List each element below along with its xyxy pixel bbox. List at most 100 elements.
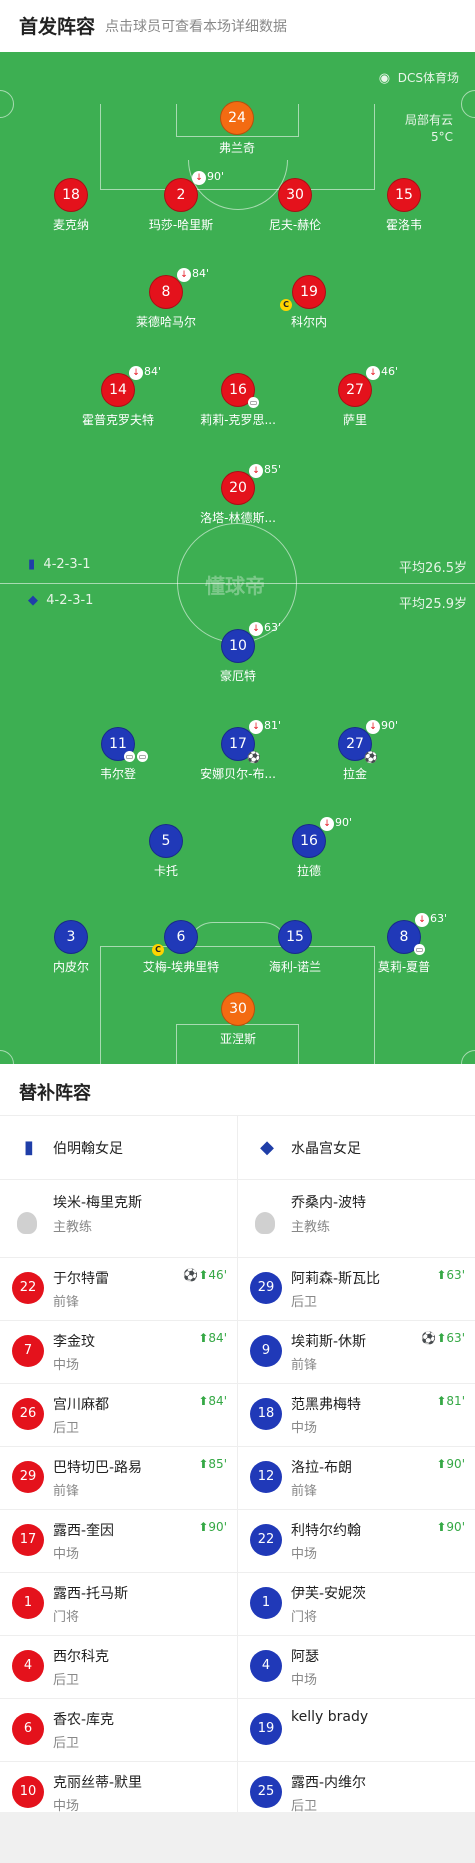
sub-player-row[interactable]: 4 阿瑟 中场 — [238, 1636, 475, 1699]
player-name: 韦尔登 — [99, 767, 136, 781]
sub-out-icon: ↓ — [415, 913, 429, 927]
player-number: 9 — [250, 1335, 282, 1367]
sub-in-time: 90' — [446, 1520, 465, 1534]
player-number: 10 — [221, 629, 255, 663]
player-number: 18 — [54, 178, 88, 212]
crystal-palace-logo-icon: ◆ — [260, 1137, 274, 1158]
sub-player-row[interactable]: 10 克丽丝蒂-默里 中场 — [0, 1762, 237, 1825]
player-away-15[interactable]: 15 海利-诺兰 — [235, 920, 355, 978]
player-away-27[interactable]: 27 ↓ 90' ⚽ 拉金 — [295, 719, 415, 785]
player-position: 前锋 — [291, 1484, 318, 1499]
player-number: 30 — [278, 178, 312, 212]
player-home-15[interactable]: 15 霍洛韦 — [344, 178, 464, 236]
sub-player-row[interactable]: 18 范黑弗梅特 中场 ⬆81' — [238, 1384, 475, 1447]
player-number: 24 — [220, 101, 254, 135]
sub-player-row[interactable]: 29 阿莉森-斯瓦比 后卫 ⬆63' — [238, 1258, 475, 1321]
player-name: 埃莉斯-休斯 — [291, 1334, 367, 1350]
player-name: 于尔特雷 — [53, 1271, 109, 1287]
player-away-10[interactable]: 10 ↓ 63' 豪厄特 — [178, 621, 298, 687]
player-name: 露西-内维尔 — [291, 1775, 367, 1791]
sub-player-row[interactable]: 9 埃莉斯-休斯 前锋 ⚽⬆63' — [238, 1321, 475, 1384]
player-position: 后卫 — [291, 1799, 318, 1814]
sub-player-row[interactable]: 29 巴特切巴-路易 前锋 ⬆85' — [0, 1447, 237, 1510]
player-away-8[interactable]: 8 ↓ 63' ▭ 莫莉-夏普 — [344, 912, 464, 978]
lineup-hint: 点击球员可查看本场详细数据 — [105, 19, 287, 35]
sub-player-row[interactable]: 25 露西-内维尔 后卫 — [238, 1762, 475, 1825]
player-home-18[interactable]: 18 麦克纳 — [11, 178, 131, 236]
venue: ◉ DCS体育场 — [379, 69, 459, 86]
sub-player-row[interactable]: 6 香农-库克 后卫 — [0, 1699, 237, 1762]
sub-time: 90' — [207, 170, 225, 183]
away-coach[interactable]: 乔桑内-波特 主教练 — [238, 1180, 475, 1258]
sub-in-icon: ⬆ — [198, 1394, 209, 1408]
sub-in-icon: ⬆ — [198, 1331, 209, 1345]
sub-in-event: ⚽⬆46' — [183, 1268, 227, 1282]
home-formation-text: 4-2-3-1 — [43, 557, 91, 572]
sub-time: 85' — [264, 463, 282, 476]
player-away-30[interactable]: 30 亚涅斯 — [178, 992, 298, 1050]
sub-out-icon: ↓ — [320, 817, 334, 831]
corner-arc-tl — [0, 90, 14, 118]
player-home-14[interactable]: 14 ↓ 84' 霍普克罗夫特 — [58, 365, 178, 431]
player-position: 后卫 — [53, 1421, 80, 1436]
sub-player-row[interactable]: 17 露西-奎因 中场 ⬆90' — [0, 1510, 237, 1573]
sub-player-row[interactable]: 19 kelly brady — [238, 1699, 475, 1762]
player-name: 弗兰奇 — [218, 141, 255, 155]
sub-player-row[interactable]: 12 洛拉-布朗 前锋 ⬆90' — [238, 1447, 475, 1510]
player-home-24[interactable]: 24 弗兰奇 — [177, 101, 297, 159]
player-home-8[interactable]: 8 ↓ 84' 莱德哈马尔 — [106, 267, 226, 333]
player-number: 19 — [292, 275, 326, 309]
player-home-20[interactable]: 20 ↓ 85' 洛塔-林德斯... — [178, 463, 298, 529]
player-name: 洛拉-布朗 — [291, 1460, 353, 1476]
player-name: 海利-诺兰 — [268, 960, 322, 974]
player-home-27[interactable]: 27 ↓ 46' 萨里 — [295, 365, 415, 431]
sub-time: 84' — [144, 365, 162, 378]
player-number: 5 — [149, 824, 183, 858]
sub-player-row[interactable]: 22 利特尔约翰 中场 ⬆90' — [238, 1510, 475, 1573]
player-name: 莫莉-夏普 — [377, 960, 431, 974]
sub-player-row[interactable]: 4 西尔科克 后卫 — [0, 1636, 237, 1699]
sub-in-time: 90' — [208, 1520, 227, 1534]
player-away-3[interactable]: 3 内皮尔 — [11, 920, 131, 978]
player-number: 29 — [12, 1461, 44, 1493]
player-number: 7 — [12, 1335, 44, 1367]
player-away-5[interactable]: 5 卡托 — [106, 824, 226, 882]
substitutes-title: 替补阵容 — [19, 1083, 91, 1104]
player-number: 18 — [250, 1398, 282, 1430]
sub-player-row[interactable]: 26 宫川麻都 后卫 ⬆84' — [0, 1384, 237, 1447]
player-home-19[interactable]: 19 C 科尔内 — [249, 275, 369, 333]
home-coach[interactable]: 埃米-梅里克斯 主教练 — [0, 1180, 237, 1258]
player-name: 豪厄特 — [219, 669, 256, 683]
sub-player-row[interactable]: 7 李金玟 中场 ⬆84' — [0, 1321, 237, 1384]
player-number: 12 — [250, 1461, 282, 1493]
away-avg-age: 平均25.9岁 — [399, 597, 467, 612]
sub-in-icon: ⬆ — [198, 1268, 209, 1282]
sub-in-time: 85' — [208, 1457, 227, 1471]
venue-name: DCS体育场 — [397, 71, 459, 85]
player-number: 4 — [12, 1650, 44, 1682]
player-home-30[interactable]: 30 尼夫-赫伦 — [235, 178, 355, 236]
player-away-17[interactable]: 17 ↓ 81' ⚽ 安娜贝尔-布... — [178, 719, 298, 785]
sub-time: 81' — [264, 719, 282, 732]
player-number: 10 — [12, 1776, 44, 1808]
sub-player-row[interactable]: 1 露西-托马斯 门将 — [0, 1573, 237, 1636]
player-name: 阿莉森-斯瓦比 — [291, 1271, 381, 1287]
player-away-16[interactable]: 16 ↓ 90' 拉德 — [249, 816, 369, 882]
player-away-11[interactable]: 11 ▭ ▭ 韦尔登 — [58, 727, 178, 785]
goal-ball-icon: ⚽ — [247, 751, 261, 764]
player-home-2[interactable]: 2 ↓ 90' 玛莎-哈里斯 — [121, 170, 241, 236]
weather-text: 局部有云 — [404, 113, 453, 127]
substitutes-header: 替补阵容 — [0, 1064, 475, 1116]
captain-badge: C — [280, 299, 292, 311]
player-away-6[interactable]: 6 C 艾梅-埃弗里特 — [121, 920, 241, 978]
sub-in-time: 63' — [446, 1331, 465, 1345]
sub-time: 63' — [264, 621, 282, 634]
player-home-16[interactable]: 16 ▭ 莉莉-克罗思... — [178, 373, 298, 431]
sub-player-row[interactable]: 1 伊芙-安妮茨 门将 — [238, 1573, 475, 1636]
player-position: 前锋 — [53, 1484, 80, 1499]
sub-player-row[interactable]: 22 于尔特雷 前锋 ⚽⬆46' — [0, 1258, 237, 1321]
sub-time: 46' — [381, 365, 399, 378]
player-number: 30 — [221, 992, 255, 1026]
player-name: 香农-库克 — [53, 1712, 115, 1728]
sub-time: 84' — [192, 267, 210, 280]
